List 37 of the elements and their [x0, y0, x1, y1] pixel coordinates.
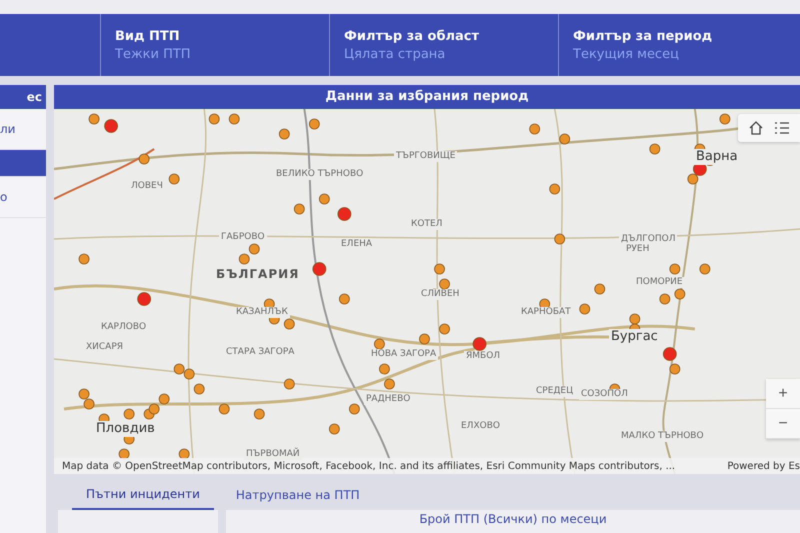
filter-control[interactable]: Филтър за период Текущия месец [558, 14, 787, 76]
place-label: Бургас [609, 329, 660, 345]
place-label: ПЪРВОМАЙ [244, 449, 302, 460]
list-item[interactable] [0, 150, 46, 177]
place-label: ВЕЛИКО ТЪРНОВО [274, 169, 366, 180]
zoom-in-button[interactable]: + [766, 379, 800, 409]
filter-value: Текущия месец [573, 46, 680, 62]
zoom-out-button[interactable]: − [766, 409, 800, 439]
place-label: ДЪЛГОПОЛ [619, 234, 678, 245]
place-label: СРЕДЕЦ [534, 386, 576, 397]
place-label: Пловдив [94, 421, 157, 437]
filter-label: Вид ПТП [115, 28, 181, 44]
place-label: КАРНОБАТ [519, 307, 573, 318]
place-label: СОЗОПОЛ [579, 389, 630, 400]
place-label: ПОМОРИЕ [634, 277, 685, 288]
place-label: КАЗАНЛЪК [234, 307, 290, 318]
panel-header: ес [0, 85, 46, 109]
filter-label: Филтър за област [344, 28, 480, 44]
tab[interactable]: Натрупване на ПТП [222, 480, 374, 510]
filter-control[interactable]: Вид ПТП Тежки ПТП [100, 14, 329, 76]
powered-by-text: Powered by Es [727, 460, 800, 472]
place-label: СЛИВЕН [419, 289, 462, 300]
place-label: ТЪРГОВИЩЕ [394, 151, 458, 162]
list-icon [774, 120, 790, 136]
place-label: КОТЕЛ [409, 219, 444, 230]
section-title: Данни за избрания период [54, 85, 800, 109]
filter-control[interactable]: Филтър за област Цялата страна [329, 14, 558, 76]
place-label: РАДНЕВО [364, 394, 412, 405]
filter-label: Филтър за период [573, 28, 714, 44]
map-attribution: Map data © OpenStreetMap contributors, Microsoft, Facebook, Inc. and its affiliates, Esri Community Maps contributors, ... [62, 460, 676, 472]
chart-title: Брой ПТП (Всички) по месеци [419, 511, 607, 526]
list-item[interactable]: о [0, 177, 46, 218]
place-label: МАЛКО ТЪРНОВО [619, 431, 706, 442]
home-icon [748, 120, 764, 136]
filter-value: Цялата страна [344, 46, 446, 62]
place-label: НОВА ЗАГОРА [369, 349, 438, 360]
filter-value: Тежки ПТП [115, 46, 192, 62]
